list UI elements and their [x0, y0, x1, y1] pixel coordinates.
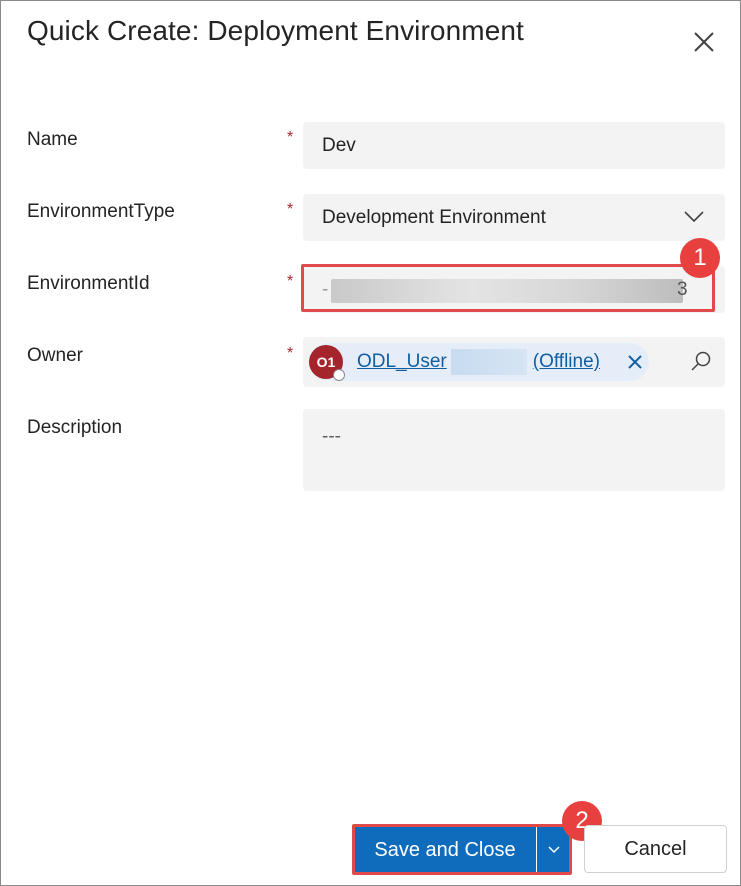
close-button[interactable]	[689, 27, 719, 57]
owner-status: (Offline)	[532, 351, 600, 372]
quick-create-dialog: Quick Create: Deployment Environment Nam…	[0, 0, 741, 886]
environment-type-label: EnvironmentType	[27, 201, 175, 222]
required-mark: *	[287, 345, 294, 362]
name-field[interactable]: Dev	[303, 122, 725, 169]
step-marker-1: 1	[680, 238, 720, 278]
name-value: Dev	[322, 135, 356, 156]
cancel-button[interactable]: Cancel	[584, 825, 727, 873]
chevron-down-icon	[684, 211, 704, 223]
description-field[interactable]: ---	[303, 409, 725, 491]
environment-type-value: Development Environment	[322, 207, 546, 228]
environment-id-label: EnvironmentId	[27, 273, 150, 294]
environment-type-select[interactable]: Development Environment	[303, 194, 725, 241]
owner-lookup-field[interactable]: O1 ODL_User (Offline)	[303, 337, 725, 387]
name-label: Name	[27, 129, 78, 150]
owner-label: Owner	[27, 345, 83, 366]
close-icon[interactable]	[625, 352, 645, 372]
redacted-name	[451, 349, 527, 375]
description-placeholder: ---	[322, 426, 341, 447]
close-icon	[694, 32, 714, 52]
dialog-title: Quick Create: Deployment Environment	[27, 15, 524, 46]
required-mark: *	[287, 273, 294, 290]
owner-name: ODL_User	[357, 351, 447, 372]
required-mark: *	[287, 201, 294, 218]
owner-chip[interactable]: O1 ODL_User (Offline)	[309, 343, 649, 381]
search-icon[interactable]	[689, 349, 713, 373]
highlight-box-2	[352, 824, 572, 875]
description-label: Description	[27, 417, 123, 438]
presence-offline-icon	[333, 369, 345, 381]
highlight-box-1	[301, 264, 715, 312]
required-mark: *	[287, 129, 294, 146]
